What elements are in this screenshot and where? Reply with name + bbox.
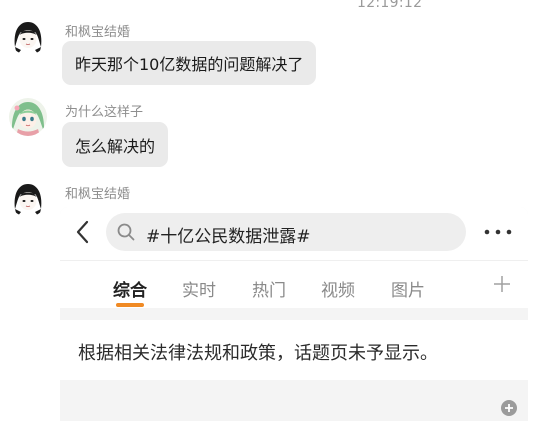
notice-text: 根据相关法律法规和政策，话题页未予显示。 — [78, 343, 438, 364]
anime-girl-black-hair-avatar-icon — [9, 17, 47, 55]
sender-avatar[interactable] — [9, 98, 47, 136]
topic-notice: 根据相关法律法规和政策，话题页未予显示。 — [60, 320, 528, 380]
message-text: 昨天那个10亿数据的问题解决了 — [75, 55, 304, 74]
sender-name: 为什么这样子 — [65, 105, 144, 120]
message-bubble[interactable]: 昨天那个10亿数据的问题解决了 — [62, 41, 317, 85]
message-text: 怎么解决的 — [75, 136, 156, 156]
image-message[interactable]: #十亿公民数据泄露# 综合 实时 热门 视频 图片 根据相关法律法规和政策，话题… — [60, 207, 528, 421]
sender-name: 和枫宝结婚 — [65, 187, 131, 202]
tab-hot: 热门 — [252, 281, 286, 301]
tab-bar: 综合 实时 热门 视频 图片 — [60, 260, 528, 309]
anime-girl-black-hair-avatar-icon — [9, 179, 47, 217]
zoom-in-icon[interactable] — [500, 399, 520, 417]
message-bubble[interactable]: 怎么解决的 — [62, 122, 169, 167]
more-icon — [484, 229, 512, 235]
search-bar: #十亿公民数据泄露# — [106, 213, 466, 251]
message-timestamp: 12:19:12 — [357, 0, 423, 11]
sender-avatar[interactable] — [9, 17, 47, 55]
weibo-header: #十亿公民数据泄露# 综合 实时 热门 视频 图片 — [60, 207, 528, 308]
tab-realtime: 实时 — [182, 281, 216, 301]
tab-pictures: 图片 — [391, 281, 425, 301]
active-tab-indicator — [116, 303, 144, 307]
search-icon — [117, 223, 135, 241]
anime-girl-green-hair-avatar-icon — [9, 98, 47, 136]
tab-video: 视频 — [321, 281, 355, 301]
search-query: #十亿公民数据泄露# — [146, 227, 311, 247]
plus-icon — [494, 276, 510, 292]
back-arrow-icon — [76, 220, 89, 244]
tab-comprehensive: 综合 — [113, 281, 147, 301]
sender-avatar[interactable] — [9, 179, 47, 217]
sender-name: 和枫宝结婚 — [65, 25, 131, 40]
